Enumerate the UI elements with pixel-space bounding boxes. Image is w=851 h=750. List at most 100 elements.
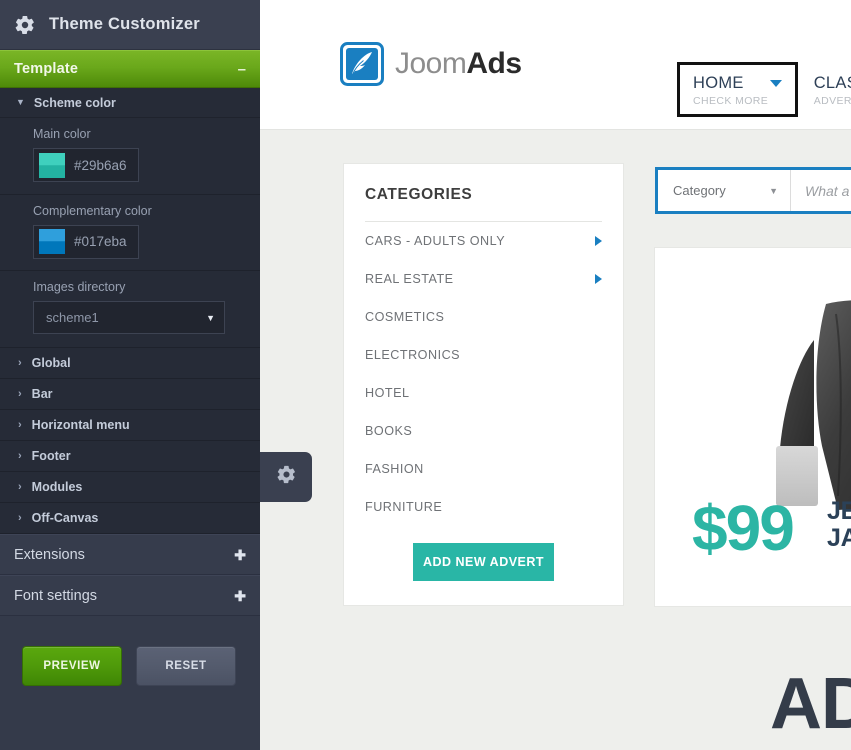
search-bar: Category ▼ What a — [655, 167, 851, 214]
list-item[interactable]: ELECTRONICS — [365, 336, 602, 374]
images-directory-select[interactable]: scheme1 ▼ — [33, 301, 225, 334]
list-item[interactable]: FURNITURE — [365, 488, 602, 526]
list-item[interactable]: FASHION — [365, 450, 602, 488]
nav-item-home-main: HOME — [693, 74, 782, 93]
sidebar-item-label: Off-Canvas — [31, 511, 99, 525]
extensions-panel-header[interactable]: Extensions ✚ — [0, 534, 260, 575]
chevron-down-icon — [769, 80, 782, 87]
promo-banner[interactable]: $99 JE JA — [654, 247, 851, 607]
gear-icon — [14, 14, 36, 36]
sidebar-item-off-canvas[interactable]: › Off-Canvas — [0, 503, 260, 534]
customizer-header: Theme Customizer — [0, 0, 260, 50]
category-label: CARS - ADULTS ONLY — [365, 234, 506, 248]
template-panel-header[interactable]: Template – — [0, 50, 260, 88]
nav-item-classified-main: CLASS — [814, 74, 851, 93]
search-input[interactable]: What a — [791, 183, 851, 199]
top-navigation: HOME CHECK MORE CLASS ADVERTS — [677, 62, 851, 117]
site-header: JoomAds HOME CHECK MORE CLASS ADVERTS — [260, 0, 851, 130]
font-settings-panel-header[interactable]: Font settings ✚ — [0, 575, 260, 616]
theme-customizer-sidebar: Theme Customizer Template – ▼ Scheme col… — [0, 0, 260, 750]
main-color-input[interactable]: #29b6a6 — [33, 148, 139, 182]
images-directory-label: Images directory — [33, 280, 126, 294]
collapse-icon: – — [237, 60, 246, 78]
category-label: FASHION — [365, 462, 424, 476]
template-label: Template — [14, 61, 79, 77]
plus-icon: ✚ — [234, 546, 246, 563]
chevron-down-icon: ▼ — [206, 312, 215, 323]
list-item[interactable]: COSMETICS — [365, 298, 602, 336]
list-item[interactable]: HOTEL — [365, 374, 602, 412]
chevron-right-icon — [595, 274, 602, 284]
page-section-heading: AD — [770, 664, 851, 744]
font-settings-label: Font settings — [14, 587, 98, 604]
chevron-right-icon: › — [18, 511, 22, 524]
sidebar-item-label: Footer — [31, 449, 71, 463]
images-directory-field: Images directory scheme1 ▼ — [0, 271, 260, 348]
category-label: ELECTRONICS — [365, 348, 461, 362]
chevron-right-icon: › — [18, 387, 22, 400]
quill-pen-icon — [340, 42, 384, 86]
gear-icon — [276, 464, 297, 490]
customizer-title: Theme Customizer — [49, 15, 200, 33]
sidebar-item-global[interactable]: › Global — [0, 348, 260, 379]
preview-button[interactable]: PREVIEW — [22, 646, 122, 686]
category-label: COSMETICS — [365, 310, 445, 324]
promo-price: $99 — [692, 492, 795, 564]
chevron-right-icon: › — [18, 480, 22, 493]
category-label: BOOKS — [365, 424, 413, 438]
logo-text-bold: Ads — [466, 47, 522, 80]
main-color-swatch[interactable] — [39, 152, 65, 178]
list-item[interactable]: BOOKS — [365, 412, 602, 450]
sidebar-item-modules[interactable]: › Modules — [0, 472, 260, 503]
categories-card: CATEGORIES CARS - ADULTS ONLY REAL ESTAT… — [343, 163, 624, 606]
nav-item-home-sub: CHECK MORE — [693, 95, 769, 107]
list-item[interactable]: CARS - ADULTS ONLY — [365, 222, 602, 260]
logo-text-light: Joom — [395, 47, 467, 80]
complementary-color-swatch[interactable] — [39, 229, 65, 254]
complementary-color-input[interactable]: #017eba — [33, 224, 139, 259]
images-directory-value: scheme1 — [46, 310, 99, 325]
category-select-value: Category — [673, 183, 726, 198]
chevron-right-icon: › — [18, 449, 22, 462]
complementary-color-label: Complementary color — [33, 203, 152, 218]
complementary-color-field: Complementary color #017eba — [0, 194, 260, 271]
main-color-field: Main color #29b6a6 — [0, 118, 260, 195]
nav-item-home-label: HOME — [693, 74, 744, 92]
chevron-right-icon: › — [18, 418, 22, 431]
chevron-right-icon: › — [18, 356, 22, 369]
site-logo-text: JoomAds — [395, 47, 522, 81]
nav-item-classified-label: CLASS — [813, 74, 851, 92]
add-new-advert-button[interactable]: ADD NEW ADVERT — [413, 543, 554, 581]
chevron-down-icon: ▼ — [16, 97, 25, 107]
category-label: HOTEL — [365, 386, 410, 400]
plus-icon: ✚ — [234, 587, 246, 604]
promo-title-line2: JA — [827, 524, 851, 552]
promo-title: JE JA — [827, 498, 851, 552]
chevron-right-icon — [595, 236, 602, 246]
site-logo[interactable]: JoomAds — [340, 42, 522, 86]
category-select[interactable]: Category ▼ — [658, 170, 791, 211]
list-item[interactable]: REAL ESTATE — [365, 260, 602, 298]
site-preview: JoomAds HOME CHECK MORE CLASS ADVERTS — [260, 0, 851, 750]
categories-list: CARS - ADULTS ONLY REAL ESTATE COSMETICS… — [344, 222, 623, 526]
sidebar-item-footer[interactable]: › Footer — [0, 441, 260, 472]
customizer-actions: PREVIEW RESET — [0, 616, 260, 686]
customizer-toggle-tab[interactable] — [260, 452, 312, 502]
reset-button[interactable]: RESET — [136, 646, 236, 686]
sidebar-item-horizontal-menu[interactable]: › Horizontal menu — [0, 410, 260, 441]
chevron-down-icon: ▼ — [769, 185, 778, 196]
complementary-color-value: #017eba — [74, 234, 127, 249]
category-label: REAL ESTATE — [365, 272, 454, 286]
screen-root: Theme Customizer Template – ▼ Scheme col… — [0, 0, 851, 750]
sidebar-item-bar[interactable]: › Bar — [0, 379, 260, 410]
sidebar-item-label: Modules — [31, 480, 83, 494]
nav-item-home[interactable]: HOME CHECK MORE — [677, 62, 798, 117]
main-color-label: Main color — [33, 127, 91, 141]
nav-item-classified[interactable]: CLASS ADVERTS — [798, 62, 851, 117]
main-color-value: #29b6a6 — [74, 157, 127, 173]
scheme-color-subsection[interactable]: ▼ Scheme color — [0, 88, 260, 118]
category-label: FURNITURE — [365, 500, 443, 514]
sidebar-item-label: Global — [31, 356, 71, 370]
sidebar-item-label: Bar — [31, 387, 53, 401]
scheme-color-label: Scheme color — [33, 95, 116, 110]
